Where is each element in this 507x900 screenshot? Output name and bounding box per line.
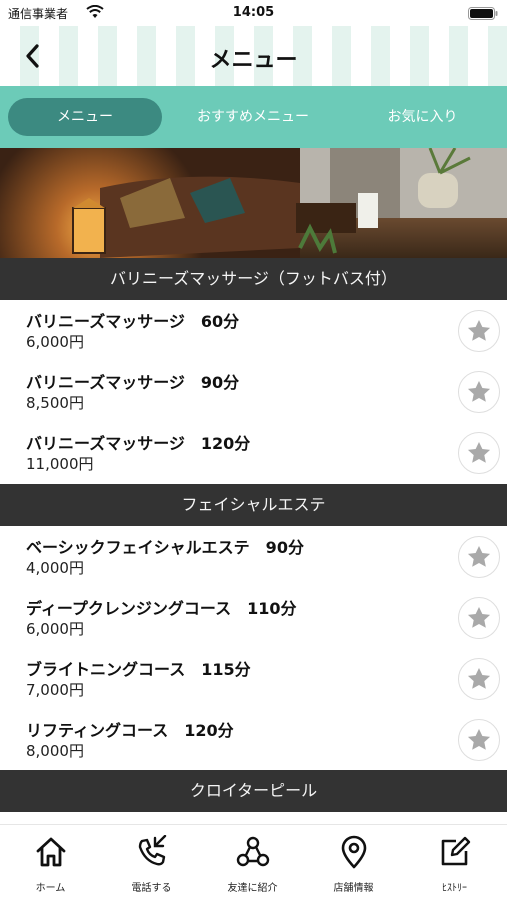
nav-label: 友達に紹介 — [227, 883, 278, 894]
star-icon — [467, 728, 491, 750]
section-header: クロイターピール — [0, 770, 507, 812]
item-price: 8,500円 — [26, 394, 84, 412]
star-icon — [467, 667, 491, 689]
nav-phone[interactable]: 電話する — [101, 825, 202, 900]
tab-bar: メニュー おすすめメニュー お気に入り — [0, 86, 507, 148]
menu-item[interactable]: バリニーズマッサージ 120分 11,000円 — [0, 422, 507, 483]
menu-item[interactable]: ディープクレンジングコース 110分 6,000円 — [0, 587, 507, 648]
favorite-star-button[interactable] — [458, 658, 500, 700]
tab-menu[interactable]: メニュー — [8, 98, 162, 136]
item-name: リフティングコース 120分 — [26, 721, 234, 740]
status-bar: 通信事業者 14:05 — [0, 0, 507, 26]
item-name: ブライトニングコース 115分 — [26, 660, 251, 679]
location-pin-icon — [341, 835, 367, 869]
menu-item[interactable]: リフティングコース 120分 8,000円 — [0, 709, 507, 770]
hero-image — [0, 148, 507, 258]
item-price: 8,000円 — [26, 742, 84, 760]
battery-icon — [468, 7, 498, 20]
star-icon — [467, 545, 491, 567]
favorite-star-button[interactable] — [458, 310, 500, 352]
phone-icon — [138, 835, 167, 866]
item-name: バリニーズマッサージ 90分 — [26, 373, 240, 392]
star-icon — [467, 380, 491, 402]
nav-label: 店舗情報 — [333, 883, 374, 894]
favorite-star-button[interactable] — [458, 536, 500, 578]
tab-favorites[interactable]: お気に入り — [350, 98, 495, 136]
nav-share[interactable]: 友達に紹介 — [202, 825, 303, 900]
item-price: 6,000円 — [26, 333, 84, 351]
section-header: フェイシャルエステ — [0, 484, 507, 526]
item-price: 6,000円 — [26, 620, 84, 638]
item-price: 11,000円 — [26, 455, 94, 473]
menu-item[interactable]: バリニーズマッサージ 60分 6,000円 — [0, 300, 507, 361]
page-title: メニュー — [209, 48, 298, 73]
nav-label: 電話する — [131, 883, 172, 894]
nav-label: ﾋｽﾄﾘｰ — [442, 883, 467, 894]
nav-home[interactable]: ホーム — [0, 825, 101, 900]
star-icon — [467, 441, 491, 463]
favorite-star-button[interactable] — [458, 371, 500, 413]
home-icon — [36, 837, 66, 867]
menu-item[interactable]: ブライトニングコース 115分 7,000円 — [0, 648, 507, 709]
nav-store-info[interactable]: 店舗情報 — [303, 825, 404, 900]
section-header: バリニーズマッサージ（フットバス付） — [0, 258, 507, 300]
star-icon — [467, 606, 491, 628]
app-header: メニュー — [0, 26, 507, 86]
favorite-star-button[interactable] — [458, 432, 500, 474]
favorite-star-button[interactable] — [458, 719, 500, 761]
item-name: ベーシックフェイシャルエステ 90分 — [26, 538, 304, 557]
item-price: 7,000円 — [26, 681, 84, 699]
menu-item[interactable]: ベーシックフェイシャルエステ 90分 4,000円 — [0, 526, 507, 587]
share-icon — [236, 836, 270, 867]
item-name: バリニーズマッサージ 120分 — [26, 434, 251, 453]
item-name: バリニーズマッサージ 60分 — [26, 312, 240, 331]
item-price: 4,000円 — [26, 559, 84, 577]
menu-item[interactable]: バリニーズマッサージ 90分 8,500円 — [0, 361, 507, 422]
favorite-star-button[interactable] — [458, 597, 500, 639]
nav-label: ホーム — [35, 883, 66, 894]
star-icon — [467, 319, 491, 341]
edit-icon — [441, 836, 471, 866]
tab-recommended-menu[interactable]: おすすめメニュー — [172, 98, 334, 136]
status-time: 14:05 — [232, 5, 275, 20]
bottom-navigation: ホーム 電話する 友達に紹介 店舗情報 ﾋｽﾄﾘｰ — [0, 824, 507, 900]
item-name: ディープクレンジングコース 110分 — [26, 599, 297, 618]
nav-history[interactable]: ﾋｽﾄﾘｰ — [404, 825, 505, 900]
